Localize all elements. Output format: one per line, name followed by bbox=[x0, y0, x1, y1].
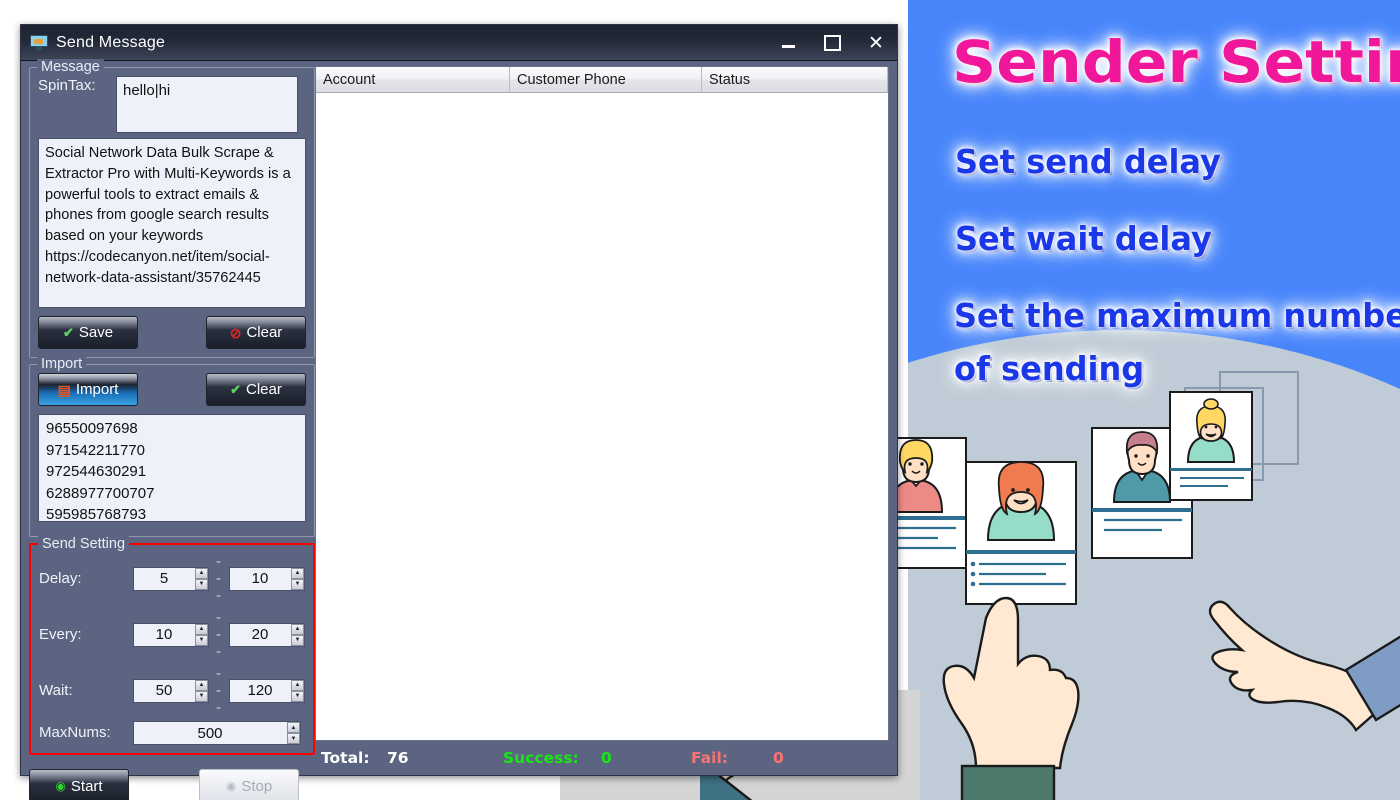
minimize-button[interactable] bbox=[777, 25, 799, 61]
right-panel: Account Customer Phone Status Total: 76 … bbox=[315, 61, 897, 775]
import-file-icon: ▤ bbox=[57, 381, 71, 398]
spinner-arrows[interactable]: ▲ ▼ bbox=[195, 679, 208, 702]
message-body-textarea[interactable]: Social Network Data Bulk Scrape & Extrac… bbox=[38, 138, 306, 308]
window-titlebar[interactable]: Send Message ✕ bbox=[21, 25, 897, 61]
send-message-window: Send Message ✕ Message SpinTax: hello|hi… bbox=[20, 24, 898, 800]
delay-max-spinner[interactable]: 10 ▲ ▼ bbox=[229, 566, 305, 591]
start-button-label: Start bbox=[70, 777, 103, 795]
promo-line-4: of sending bbox=[954, 349, 1145, 388]
import-group: Import ▤ Import ✔ Clear 96550097698 9715… bbox=[29, 356, 315, 537]
action-bar: ◉ Start ◉ Stop bbox=[29, 761, 315, 800]
check-icon: ✔ bbox=[230, 382, 242, 397]
spinner-arrows[interactable]: ▲ ▼ bbox=[287, 722, 300, 744]
message-clear-button[interactable]: ⊘ Clear bbox=[206, 316, 306, 349]
save-button-label: Save bbox=[78, 324, 114, 341]
success-label: Success: bbox=[503, 749, 579, 767]
promo-line-3: Set the maximum number bbox=[954, 296, 1400, 335]
every-label: Every: bbox=[39, 625, 82, 643]
maxnums-row: MaxNums: 500 ▲ ▼ bbox=[39, 721, 305, 745]
left-panel: Message SpinTax: hello|hi Social Network… bbox=[21, 59, 315, 800]
delay-min-spinner[interactable]: 5 ▲ ▼ bbox=[133, 566, 209, 591]
success-value: 0 bbox=[601, 749, 612, 767]
table-body[interactable] bbox=[316, 93, 888, 740]
spinner-arrows[interactable]: ▲ ▼ bbox=[291, 679, 304, 702]
spinner-arrows[interactable]: ▲ ▼ bbox=[291, 567, 304, 590]
monitor-icon bbox=[30, 34, 48, 51]
check-icon: ✔ bbox=[62, 325, 74, 340]
import-button-label: Import bbox=[75, 381, 119, 398]
column-header-customer-phone[interactable]: Customer Phone bbox=[510, 67, 702, 93]
play-icon: ◉ bbox=[55, 779, 66, 793]
stop-icon: ◉ bbox=[225, 779, 237, 793]
every-separator: - - - bbox=[216, 609, 222, 660]
delay-separator: - - - bbox=[216, 553, 222, 604]
column-header-status[interactable]: Status bbox=[702, 67, 888, 93]
spintax-row: SpinTax: hello|hi bbox=[38, 76, 306, 133]
fail-label: Fail: bbox=[691, 749, 728, 767]
import-button[interactable]: ▤ Import bbox=[38, 373, 138, 406]
window-controls: ✕ bbox=[777, 25, 887, 61]
import-clear-button[interactable]: ✔ Clear bbox=[206, 373, 306, 406]
table-header-row: Account Customer Phone Status bbox=[316, 67, 888, 93]
maxnums-label: MaxNums: bbox=[39, 724, 111, 741]
maxnums-value: 500 bbox=[133, 721, 301, 745]
start-button[interactable]: ◉ Start bbox=[29, 769, 129, 800]
delay-row: Delay: 5 ▲ ▼ - - - 10 ▲ ▼ bbox=[39, 553, 305, 604]
spinner-arrows[interactable]: ▲ ▼ bbox=[195, 623, 208, 646]
screenshot-root: Sender Setting Set send delay Set wait d… bbox=[0, 0, 1400, 800]
wait-min-spinner[interactable]: 50 ▲ ▼ bbox=[133, 678, 209, 703]
maximize-button[interactable] bbox=[821, 25, 843, 61]
window-title: Send Message bbox=[56, 33, 166, 51]
delay-label: Delay: bbox=[39, 569, 82, 587]
send-setting-group: Send Setting Delay: 5 ▲ ▼ - - - 10 ▲ ▼ E… bbox=[29, 536, 315, 755]
ban-icon: ⊘ bbox=[229, 324, 242, 341]
save-button[interactable]: ✔ Save bbox=[38, 316, 138, 349]
total-label: Total: bbox=[321, 749, 370, 767]
every-max-spinner[interactable]: 20 ▲ ▼ bbox=[229, 622, 305, 647]
message-buttons: ✔ Save ⊘ Clear bbox=[38, 316, 306, 349]
wait-separator: - - - bbox=[216, 665, 222, 716]
maxnums-spinner[interactable]: 500 ▲ ▼ bbox=[133, 721, 301, 745]
wait-row: Wait: 50 ▲ ▼ - - - 120 ▲ ▼ bbox=[39, 665, 305, 716]
column-header-account[interactable]: Account bbox=[316, 67, 510, 93]
every-min-spinner[interactable]: 10 ▲ ▼ bbox=[133, 622, 209, 647]
import-group-legend: Import bbox=[37, 356, 87, 372]
stop-button: ◉ Stop bbox=[199, 769, 299, 800]
promo-title: Sender Setting bbox=[952, 28, 1400, 96]
spinner-arrows[interactable]: ▲ ▼ bbox=[195, 567, 208, 590]
wait-max-spinner[interactable]: 120 ▲ ▼ bbox=[229, 678, 305, 703]
message-group: Message SpinTax: hello|hi Social Network… bbox=[29, 59, 315, 358]
spintax-input[interactable]: hello|hi bbox=[116, 76, 298, 133]
message-clear-label: Clear bbox=[246, 324, 283, 341]
phone-list-textarea[interactable]: 96550097698 971542211770 972544630291 62… bbox=[38, 414, 306, 522]
fail-value: 0 bbox=[773, 749, 784, 767]
import-buttons: ▤ Import ✔ Clear bbox=[38, 373, 306, 406]
spinner-arrows[interactable]: ▲ ▼ bbox=[291, 623, 304, 646]
close-icon[interactable]: ✕ bbox=[865, 25, 887, 61]
import-clear-label: Clear bbox=[246, 381, 282, 398]
promo-line-2: Set wait delay bbox=[955, 219, 1212, 258]
promo-line-1: Set send delay bbox=[955, 142, 1221, 181]
message-group-legend: Message bbox=[37, 59, 104, 75]
results-table: Account Customer Phone Status bbox=[315, 66, 889, 741]
every-row: Every: 10 ▲ ▼ - - - 20 ▲ ▼ bbox=[39, 609, 305, 660]
wait-label: Wait: bbox=[39, 681, 73, 699]
status-bar: Total: 76 Success: 0 Fail: 0 bbox=[315, 741, 889, 775]
stop-button-label: Stop bbox=[241, 777, 273, 795]
spintax-label: SpinTax: bbox=[38, 77, 96, 94]
window-body: Message SpinTax: hello|hi Social Network… bbox=[21, 59, 897, 800]
send-setting-legend: Send Setting bbox=[38, 536, 130, 552]
total-value: 76 bbox=[387, 749, 409, 767]
